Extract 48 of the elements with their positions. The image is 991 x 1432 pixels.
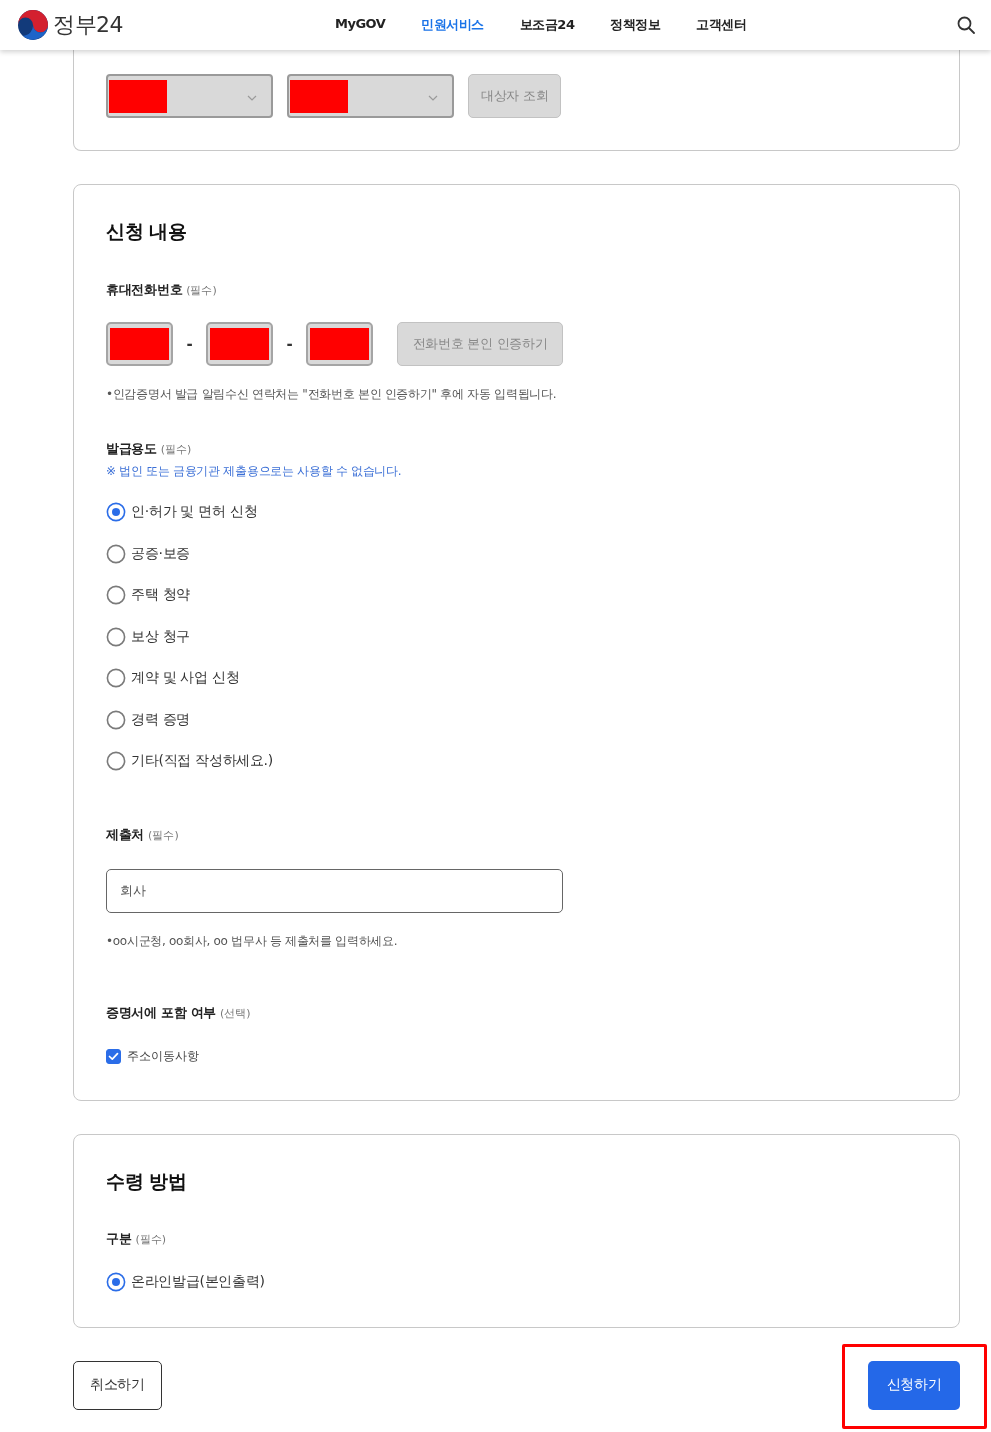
- cancel-button[interactable]: 취소하기: [73, 1360, 162, 1410]
- help-text: •oo시군청, oo회사, oo 법무사 등 제출처를 입력하세요.: [106, 933, 399, 950]
- search-icon[interactable]: [957, 16, 975, 34]
- radio-option[interactable]: 온라인발급(본인출력): [106, 1269, 265, 1294]
- field-label: 휴대전화번호: [106, 282, 183, 297]
- dash-separator: -: [285, 335, 294, 353]
- radio-option[interactable]: 경력 증명: [106, 707, 190, 732]
- field-label: 발급용도: [106, 441, 157, 456]
- radio-option[interactable]: 계약 및 사업 신청: [106, 666, 240, 690]
- radio-option[interactable]: 보상 청구: [106, 624, 190, 649]
- field-label: 구분: [106, 1230, 132, 1246]
- radio-icon[interactable]: [106, 626, 126, 647]
- radio-icon[interactable]: [106, 668, 126, 688]
- radio-option[interactable]: 인·허가 및 면허 신청: [106, 500, 258, 524]
- radio-option[interactable]: 공증·보증: [106, 541, 190, 566]
- required-tag: (필수): [186, 284, 217, 297]
- text-input[interactable]: 회사: [106, 869, 563, 913]
- radio-icon[interactable]: [106, 585, 126, 605]
- radio-icon[interactable]: [106, 543, 126, 564]
- logo-text[interactable]: 정부24: [53, 10, 123, 40]
- required-tag: (필수): [160, 443, 192, 456]
- radio-icon[interactable]: [106, 1271, 126, 1292]
- radio-icon[interactable]: [106, 502, 126, 522]
- apply-button[interactable]: 신청하기: [868, 1360, 960, 1410]
- required-tag: (필수): [148, 829, 179, 842]
- radio-option[interactable]: 주택 청약: [106, 583, 190, 607]
- nav-link[interactable]: 정책정보: [610, 16, 661, 34]
- nav-link[interactable]: 보조금24: [519, 16, 575, 34]
- section-title: 신청 내용: [106, 219, 188, 244]
- radio-icon[interactable]: [106, 751, 126, 771]
- chevron-icon: [428, 95, 438, 101]
- required-tag: (필수): [135, 1232, 166, 1246]
- nav-link[interactable]: MyGOV: [335, 16, 386, 34]
- dash-separator: -: [185, 335, 194, 353]
- nav-link[interactable]: 민원서비스: [421, 16, 484, 34]
- field-label: 증명서에 포함 여부: [106, 1005, 217, 1020]
- optional-tag: (선택): [220, 1007, 251, 1020]
- radio-icon[interactable]: [106, 709, 126, 730]
- radio-option[interactable]: 기타(직접 작성하세요.): [106, 749, 273, 773]
- notice-text: ※ 법인 또는 금융기관 제출용으로는 사용할 수 없습니다.: [106, 463, 403, 480]
- chevron-icon: [247, 95, 257, 101]
- checkbox-icon[interactable]: [106, 1048, 121, 1064]
- help-text: •인감증명서 발급 알림수신 연락처는 "전화번호 본인 인증하기" 후에 자동 입력됩니다.: [106, 386, 558, 403]
- circle-logo-icon[interactable]: [18, 10, 48, 40]
- nav-link[interactable]: 고객센터: [696, 16, 747, 34]
- section-title: 수령 방법: [106, 1168, 188, 1194]
- checkbox-option[interactable]: 주소이동사항: [106, 1047, 199, 1065]
- field-label: 제출처: [106, 827, 145, 842]
